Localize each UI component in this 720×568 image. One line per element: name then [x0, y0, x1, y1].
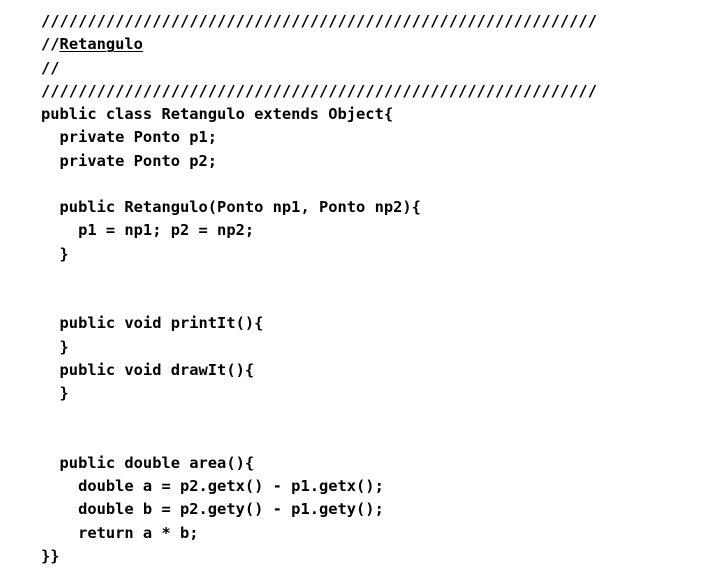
code-line: p1 = np1; p2 = np2; [41, 221, 255, 240]
code-line: ////////////////////////////////////////… [41, 12, 597, 30]
code-line: public class Retangulo extends Object{ [41, 105, 394, 123]
code-line: } [41, 337, 69, 356]
code-line: public double area(){ [41, 453, 255, 472]
code-line: } [41, 384, 69, 402]
code-line: public void drawIt(){ [41, 360, 255, 379]
code-line: } [41, 244, 69, 263]
code-slide: ////////////////////////////////////////… [0, 0, 720, 565]
class-name-link[interactable]: Retangulo [60, 35, 143, 53]
code-line: double b = p2.gety() - p1.gety(); [41, 500, 384, 519]
code-line: // [41, 58, 60, 77]
code-line: ////////////////////////////////////////… [41, 81, 597, 100]
java-source-code-block: ////////////////////////////////////////… [41, 10, 691, 568]
code-line: private Ponto p2; [41, 151, 218, 170]
code-line: double a = p2.getx() - p1.getx(); [41, 477, 384, 495]
code-line: private Ponto p1; [41, 128, 218, 147]
code-line: public void printIt(){ [41, 314, 264, 333]
code-line: return a * b; [41, 523, 199, 542]
code-line: public Retangulo(Ponto np1, Ponto np2){ [41, 198, 421, 216]
code-line: //Retangulo [41, 35, 143, 54]
code-line: }} [41, 546, 60, 565]
